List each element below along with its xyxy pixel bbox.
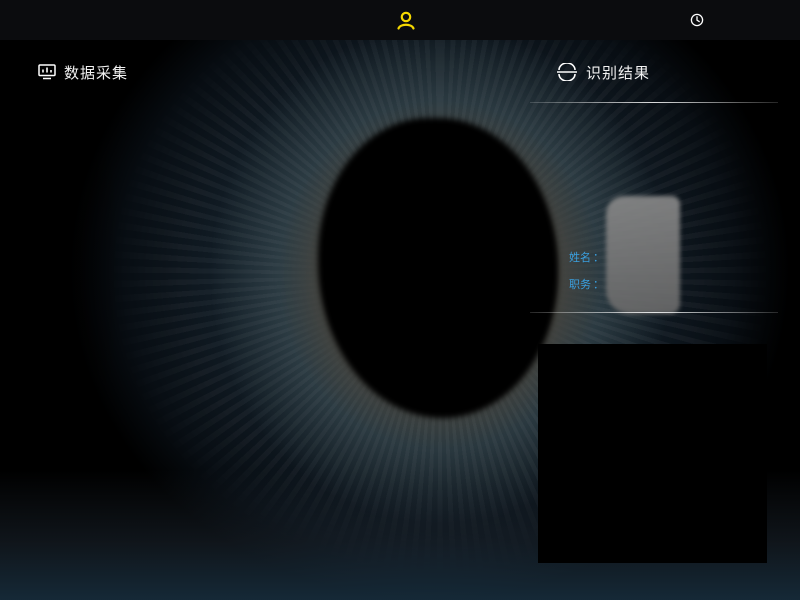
position-separator: ： [593, 278, 604, 291]
name-separator: ： [593, 251, 604, 264]
divider-top [530, 102, 778, 103]
divider-bottom [530, 312, 778, 313]
tab-user[interactable] [386, 0, 426, 40]
name-label: 姓名 [569, 251, 591, 264]
position-field: 职务 ： [569, 276, 606, 292]
user-icon [397, 11, 415, 30]
recognition-result-header: 识别结果 [556, 60, 650, 84]
recognition-image-box [538, 344, 767, 563]
position-label: 职务 [569, 278, 591, 291]
tab-history[interactable] [677, 0, 717, 40]
clock-icon [690, 13, 704, 27]
light-reflection [606, 196, 680, 314]
data-collection-title: 数据采集 [64, 63, 129, 82]
data-collection-header: 数据采集 [38, 60, 128, 84]
top-navigation-bar [0, 0, 800, 40]
recognition-icon [557, 63, 577, 81]
name-field: 姓名 ： [569, 249, 606, 265]
monitor-chart-icon [38, 64, 56, 80]
app-screen: 数据采集 识别结果 姓名 ： 职务 ： [0, 0, 800, 600]
recognition-result-title: 识别结果 [586, 63, 651, 82]
